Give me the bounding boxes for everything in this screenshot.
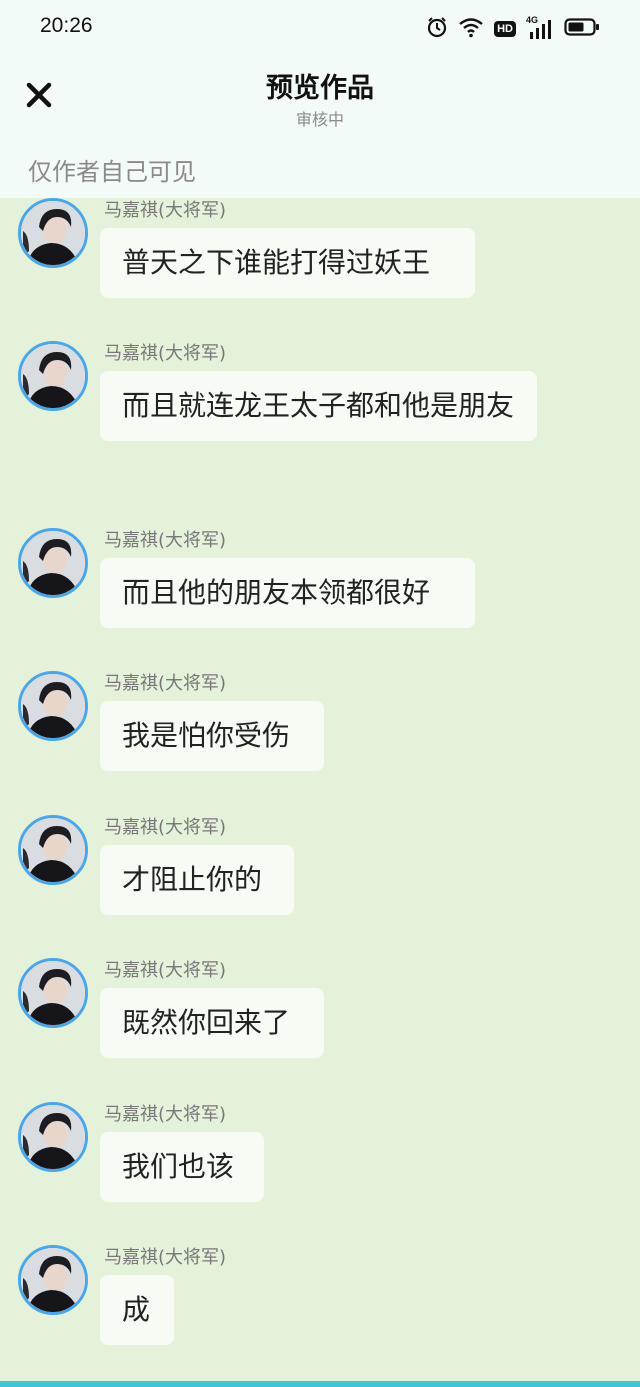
avatar[interactable] bbox=[18, 671, 88, 741]
wifi-icon bbox=[458, 16, 484, 42]
chat-area[interactable]: 马嘉祺(大将军) 普天之下谁能打得过妖王 马嘉祺(大将军) 而且就连龙王太子都和… bbox=[0, 198, 640, 1381]
sender-name: 马嘉祺(大将军) bbox=[104, 200, 227, 221]
avatar-portrait-icon bbox=[21, 674, 85, 738]
sender-name: 马嘉祺(大将军) bbox=[104, 1104, 227, 1125]
sender-name: 马嘉祺(大将军) bbox=[104, 1247, 227, 1268]
avatar-portrait-icon bbox=[21, 201, 85, 265]
sender-name: 马嘉祺(大将军) bbox=[104, 817, 227, 838]
avatar-portrait-icon bbox=[21, 1105, 85, 1169]
hd-icon: HD bbox=[494, 21, 516, 37]
avatar[interactable] bbox=[18, 528, 88, 598]
alarm-icon bbox=[426, 16, 448, 42]
avatar[interactable] bbox=[18, 341, 88, 411]
status-bar: 20:26 HD 4G bbox=[0, 0, 640, 56]
page-title: 预览作品 bbox=[266, 73, 374, 104]
4g-signal-icon: 4G bbox=[526, 15, 554, 40]
message-bubble: 才阻止你的 bbox=[100, 845, 294, 915]
avatar-portrait-icon bbox=[21, 961, 85, 1025]
avatar-portrait-icon bbox=[21, 1248, 85, 1312]
visibility-note: 仅作者自己可见 bbox=[28, 158, 196, 186]
sender-name: 马嘉祺(大将军) bbox=[104, 673, 227, 694]
avatar[interactable] bbox=[18, 1245, 88, 1315]
review-status: 审核中 bbox=[295, 110, 344, 129]
battery-icon bbox=[564, 17, 600, 41]
status-icons: HD 4G bbox=[426, 15, 600, 42]
status-time: 20:26 bbox=[40, 14, 93, 37]
sender-name: 马嘉祺(大将军) bbox=[104, 530, 227, 551]
avatar[interactable] bbox=[18, 815, 88, 885]
header: 预览作品 审核中 仅作者自己可见 bbox=[0, 56, 640, 198]
avatar[interactable] bbox=[18, 1102, 88, 1172]
sender-name: 马嘉祺(大将军) bbox=[104, 343, 227, 364]
sender-name: 马嘉祺(大将军) bbox=[104, 960, 227, 981]
avatar-portrait-icon bbox=[21, 531, 85, 595]
message-bubble: 而且他的朋友本领都很好 bbox=[100, 558, 475, 628]
bottom-strip bbox=[0, 1381, 640, 1387]
message-bubble: 而且就连龙王太子都和他是朋友 bbox=[100, 371, 537, 441]
message-bubble: 成 bbox=[100, 1275, 174, 1345]
avatar-portrait-icon bbox=[21, 344, 85, 408]
avatar-portrait-icon bbox=[21, 818, 85, 882]
message-bubble: 既然你回来了 bbox=[100, 988, 324, 1058]
avatar[interactable] bbox=[18, 198, 88, 268]
message-bubble: 我们也该 bbox=[100, 1132, 264, 1202]
avatar[interactable] bbox=[18, 958, 88, 1028]
message-bubble: 我是怕你受伤 bbox=[100, 701, 324, 771]
message-bubble: 普天之下谁能打得过妖王 bbox=[100, 228, 475, 298]
